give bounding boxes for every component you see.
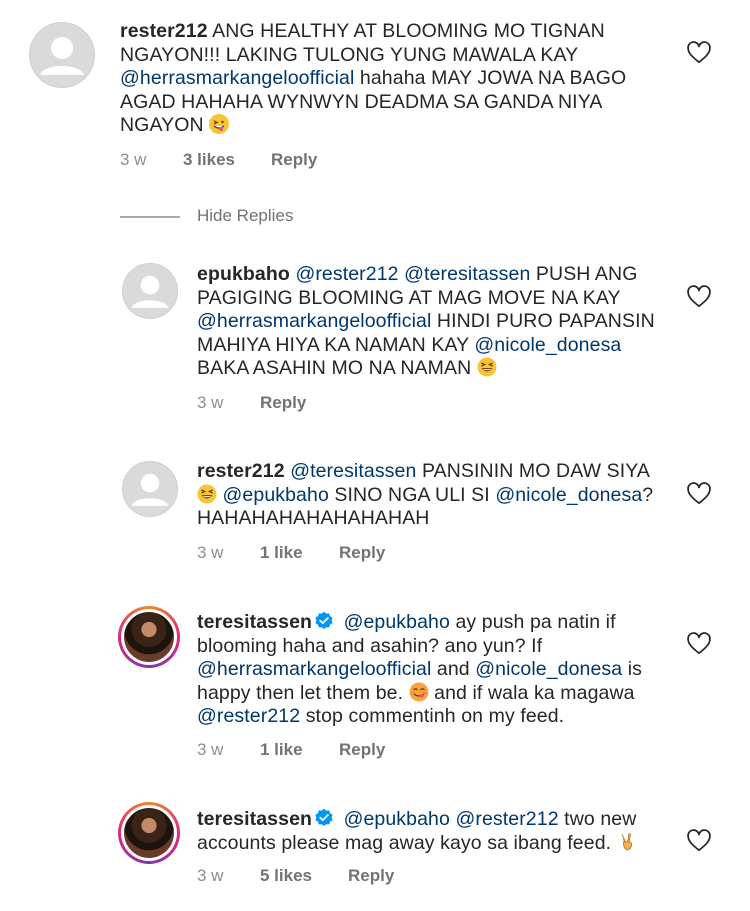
victory-hand-icon [617,832,637,852]
likes-count[interactable]: 5 likes [260,866,312,886]
mention-link[interactable]: @teresitassen [290,460,416,482]
verified-badge-icon [315,808,333,826]
comment-body: and [431,658,476,680]
comment-body: PANSININ MO DAW SIYA [416,460,649,482]
comment-text: rester212 @teresitassen PANSININ MO DAW … [197,460,662,531]
mention-link[interactable]: @rester212 [455,808,558,830]
timestamp: 3 w [197,866,224,885]
mention-link[interactable]: @teresitassen [404,263,530,285]
comment-text: epukbaho @rester212 @teresitassen PUSH A… [197,263,657,381]
reply-button[interactable]: Reply [271,150,317,170]
mention-link[interactable]: @herrasmarkangeloofficial [197,310,431,332]
grinning-squinting-face-icon [197,484,217,504]
avatar[interactable] [29,22,95,88]
comment-text: teresitassen @epukbaho @rester212 two ne… [197,808,662,855]
timestamp: 3 w [197,393,224,412]
timestamp: 3 w [120,150,147,169]
divider-line [120,216,180,218]
reply-button[interactable]: Reply [339,543,385,563]
mention-link[interactable]: @epukbaho [223,484,329,506]
reply-button[interactable]: Reply [339,740,385,760]
comment-body: BAKA ASAHIN MO NA NAMAN [197,357,477,379]
heart-outline-icon[interactable] [686,828,712,854]
avatar[interactable] [118,802,180,864]
avatar[interactable] [122,263,178,319]
likes-count[interactable]: 3 likes [183,150,235,170]
likes-count[interactable]: 1 like [260,543,303,563]
avatar[interactable] [118,606,180,668]
timestamp: 3 w [197,543,224,562]
mention-link[interactable]: @epukbaho [344,611,450,633]
grinning-squinting-face-icon [477,357,497,377]
avatar[interactable] [122,461,178,517]
mention-link[interactable]: @herrasmarkangeloofficial [120,67,354,89]
profile-photo [124,808,174,858]
mention-link[interactable]: @rester212 [295,263,398,285]
heart-outline-icon[interactable] [686,481,712,507]
profile-photo [124,612,174,662]
heart-outline-icon[interactable] [686,40,712,66]
heart-outline-icon[interactable] [686,284,712,310]
hide-replies-label[interactable]: Hide Replies [197,206,293,226]
reply-button[interactable]: Reply [260,393,306,413]
username[interactable]: rester212 [120,20,208,42]
comment-body: stop commentinh on my feed. [300,705,565,727]
winking-face-with-tongue-icon [209,114,230,134]
comment-text: rester212 ANG HEALTHY AT BLOOMING MO TIG… [120,20,660,138]
mention-link[interactable]: @herrasmarkangeloofficial [197,658,431,680]
reply-button[interactable]: Reply [348,866,394,886]
default-avatar-icon [131,473,169,506]
username[interactable]: teresitassen [197,611,312,633]
username[interactable]: teresitassen [197,808,312,830]
timestamp: 3 w [197,740,224,759]
heart-outline-icon[interactable] [686,631,712,657]
mention-link[interactable]: @rester212 [197,705,300,727]
mention-link[interactable]: @nicole_donesa [475,658,622,680]
verified-badge-icon [315,611,333,629]
mention-link[interactable]: @epukbaho [344,808,450,830]
likes-count[interactable]: 1 like [260,740,303,760]
face-savoring-food-icon [409,682,429,702]
mention-link[interactable]: @nicole_donesa [474,334,621,356]
mention-link[interactable]: @nicole_donesa [495,484,642,506]
default-avatar-icon [131,275,169,308]
comment-text: teresitassen @epukbaho ay push pa natin … [197,611,662,729]
username[interactable]: epukbaho [197,263,290,285]
default-avatar-icon [40,37,84,75]
comment-body: and if wala ka magawa [428,681,635,704]
username[interactable]: rester212 [197,460,285,482]
comment-body: SINO NGA ULI SI [328,483,496,506]
